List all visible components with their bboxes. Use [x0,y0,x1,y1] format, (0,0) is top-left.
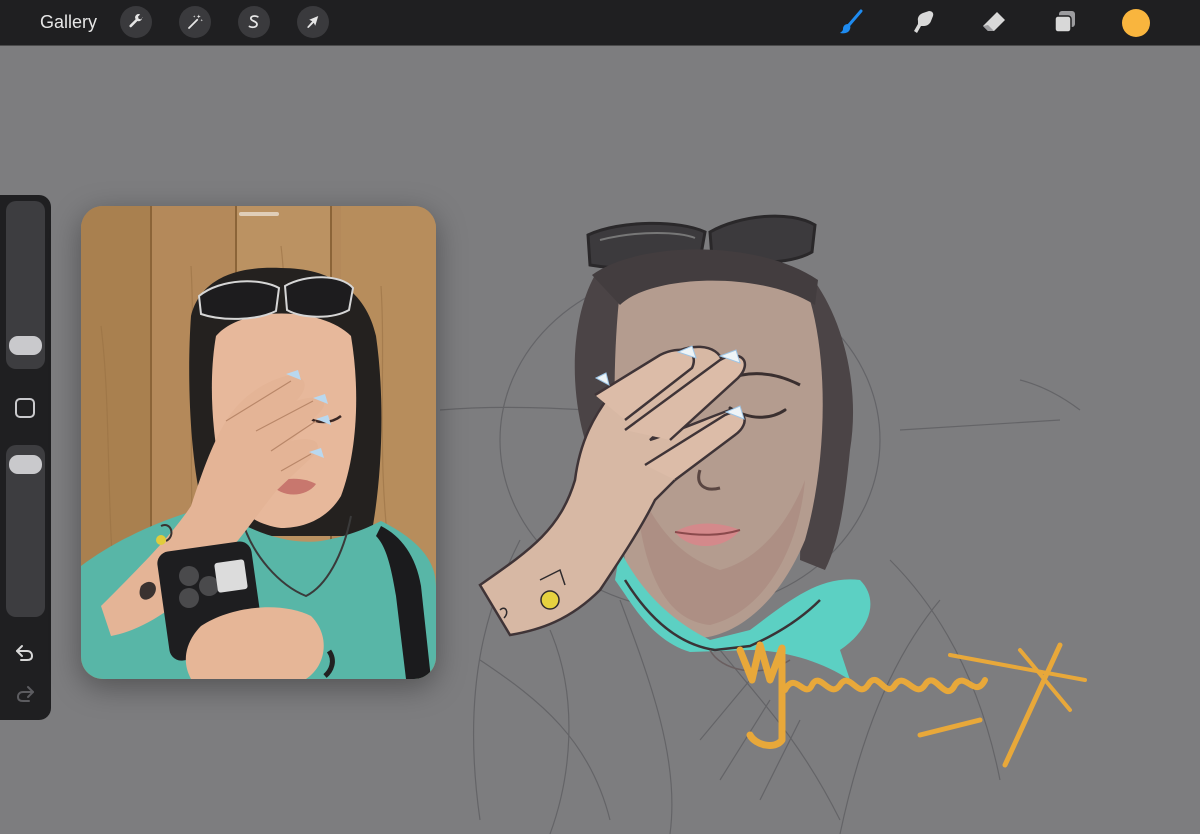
layers-button[interactable] [1050,7,1080,37]
redo-button[interactable] [13,682,37,706]
opacity-slider[interactable] [6,445,45,617]
brush-size-thumb[interactable] [9,335,42,355]
eraser-icon [983,12,1005,31]
gallery-button[interactable]: Gallery [40,10,97,35]
reference-window[interactable] [81,206,436,679]
arrow-cursor-icon [307,16,319,28]
layers-icon [1054,11,1075,33]
reference-photo [81,206,436,679]
color-picker-button[interactable] [1122,9,1150,37]
brush-icon [840,9,863,34]
eraser-button[interactable] [979,7,1009,37]
brush-size-slider[interactable] [6,201,45,369]
drawing-canvas[interactable] [420,180,1200,834]
redo-arrow-icon [16,686,34,702]
wrench-icon [129,14,143,28]
smudge-finger-icon [914,11,934,33]
undo-arrow-icon [16,645,34,661]
reference-drag-handle[interactable] [239,212,279,216]
top-toolbar: Gallery [0,0,1200,45]
opacity-thumb[interactable] [9,455,42,475]
adjustments-button[interactable] [179,6,211,38]
transform-button[interactable] [297,6,329,38]
artist-signature [736,641,1087,768]
smudge-button[interactable] [908,7,938,37]
undo-button[interactable] [13,641,37,665]
left-sidebar [0,195,51,720]
selection-button[interactable] [238,6,270,38]
modify-button[interactable] [15,398,35,418]
selection-s-icon [248,15,259,29]
brush-button[interactable] [836,7,866,37]
actions-button[interactable] [120,6,152,38]
magic-wand-icon [188,14,203,29]
